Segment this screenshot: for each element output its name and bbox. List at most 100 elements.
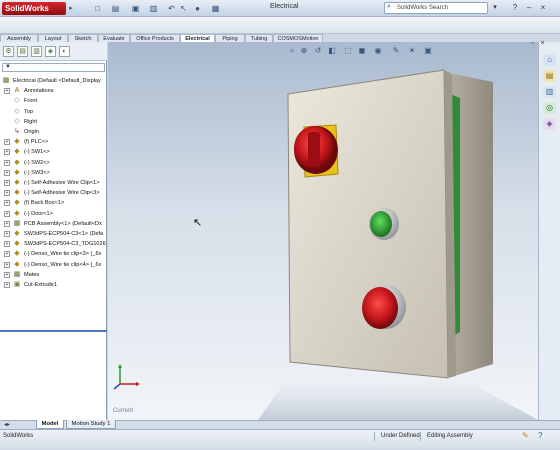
panel-close-icon[interactable]: × (538, 39, 547, 48)
status-app-name: SolidWorks (3, 433, 34, 439)
expand-icon[interactable]: + (4, 88, 10, 95)
expand-icon[interactable]: + (4, 159, 10, 166)
options-icon[interactable]: ▦ (210, 3, 221, 14)
tab-cosmosmotion[interactable]: COSMOSMotion (273, 34, 323, 42)
tab-motion-study[interactable]: Motion Study 1 (66, 420, 116, 429)
restore-icon[interactable]: ▫ (528, 39, 537, 48)
tree-item[interactable]: + ◆ SW3dPS-ECP504-C3_TDG1026 (0, 239, 107, 249)
search-input[interactable]: SolidWorks Search (384, 2, 488, 14)
part-icon: ◆ (14, 260, 20, 268)
rebuild-traffic-light-icon[interactable]: ● (192, 3, 203, 14)
tree-item[interactable]: + ◆ (-) SW1<> (0, 147, 107, 157)
expand-icon[interactable]: + (4, 139, 10, 146)
search-results-icon[interactable]: ◎ (543, 102, 556, 114)
save-icon[interactable]: ▣ (130, 3, 141, 14)
tab-piping[interactable]: Piping (215, 34, 245, 42)
undo-icon[interactable]: ↶ (166, 3, 177, 14)
new-document-icon[interactable]: □ (92, 3, 103, 14)
tree-item-label: (f) PLC<> (24, 139, 49, 146)
tree-item[interactable]: ◇ Top (0, 107, 107, 117)
selector-handle (308, 132, 320, 166)
tree-item[interactable]: + ◆ SW3dPS-ECP504-C3<1> (Defa (0, 229, 107, 239)
tree-item[interactable]: + ◆ (f) PLC<> (0, 137, 107, 147)
help-icon[interactable]: ? (508, 2, 522, 14)
tree-item-label: PCB Assembly<1> (Default<Dx (24, 220, 102, 227)
tree-item[interactable]: ↳ Origin (0, 127, 107, 137)
previous-view-icon[interactable]: ↺ (312, 45, 324, 57)
expand-icon[interactable]: + (4, 180, 10, 186)
tab-model[interactable]: Model (36, 420, 64, 429)
design-library-icon[interactable]: ▤ (543, 70, 556, 82)
tree-item-label: Right (24, 118, 38, 125)
hide-show-items-icon[interactable]: ◉ (372, 45, 384, 57)
graphics-area[interactable] (108, 42, 560, 420)
open-folder-icon[interactable]: ▤ (110, 3, 121, 14)
tree-item[interactable]: + ◆ (-) Denso_Wire tie clip<3> (_6x (0, 249, 107, 259)
file-explorer-icon[interactable]: ▥ (543, 86, 556, 98)
tree-item[interactable]: + ▣ Cut-Extrude1 (0, 280, 107, 290)
expand-icon[interactable]: + (4, 282, 10, 288)
solidworks-resources-icon[interactable]: ⌂ (543, 54, 556, 66)
expand-icon[interactable]: + (4, 210, 10, 217)
tree-root-item[interactable]: ▦ Electrical (Default <Default_Display (0, 76, 107, 86)
display-style-icon[interactable]: ◼ (356, 45, 368, 57)
tree-item-label: (-) Self-Adhesive Wire Clip<3> (24, 190, 100, 197)
section-view-icon[interactable]: ◧ (326, 45, 338, 57)
view-palette-icon[interactable]: ◈ (543, 118, 556, 130)
menu-arrow-icon[interactable]: ▸ (66, 2, 76, 15)
tree-item[interactable]: + ◆ (-) Self-Adhesive Wire Clip<3> (0, 188, 107, 198)
tree-item-label: (-) Self-Adhesive Wire Clip<1> (24, 180, 100, 186)
tab-sketch[interactable]: Sketch (68, 34, 98, 42)
tree-item[interactable]: + ◆ (-) Door<1> (0, 209, 107, 219)
tab-tubing[interactable]: Tubing (245, 34, 273, 42)
view-orientation-icon[interactable]: ⬚ (342, 45, 354, 57)
tab-office-products[interactable]: Office Products (130, 34, 180, 42)
display-manager-tab-icon[interactable]: ◐ (59, 46, 70, 57)
part-icon: ◆ (14, 148, 20, 156)
tree-item[interactable]: + ▦ Mates (0, 270, 107, 280)
expand-icon[interactable]: + (4, 251, 10, 258)
tree-item[interactable]: + ◆ (f) Back Box<1> (0, 198, 107, 208)
tab-electrical[interactable]: Electrical (180, 34, 215, 42)
solidworks-logo[interactable]: SolidWorks (2, 2, 66, 15)
select-icon[interactable]: ↖ (178, 3, 189, 14)
tab-scroll-arrows-icon[interactable]: ◂▸ (4, 421, 10, 428)
tree-filter-input[interactable]: ▼ (2, 63, 105, 72)
tree-item[interactable]: + ◆ (-) Self-Adhesive Wire Clip<1> (0, 178, 107, 188)
zoom-to-fit-icon[interactable]: ⌕ (286, 45, 298, 57)
tree-item[interactable]: + ◆ (-) SW2<> (0, 158, 107, 168)
expand-icon[interactable]: + (4, 169, 10, 176)
rebuild-icon[interactable]: ✎ (522, 431, 529, 440)
close-icon[interactable]: × (536, 2, 550, 14)
view-settings-icon[interactable]: ▣ (422, 45, 434, 57)
tree-item[interactable]: + A Annotations (0, 86, 107, 96)
search-options-icon[interactable]: ▾ (490, 3, 500, 14)
property-manager-tab-icon[interactable]: ▤ (17, 46, 28, 57)
tree-item[interactable]: + ◆ (-) SW3<> (0, 168, 107, 178)
configuration-manager-tab-icon[interactable]: ▥ (31, 46, 42, 57)
dimxpert-tab-icon[interactable]: ◈ (45, 46, 56, 57)
tree-item[interactable]: ◇ Right (0, 117, 107, 127)
expand-icon[interactable]: + (4, 271, 10, 278)
minimize-icon[interactable]: – (522, 2, 536, 14)
tree-item[interactable]: ◇ Front (0, 96, 107, 106)
tree-item[interactable]: + ◆ (-) Denso_Wire tie clip<4> (_6x (0, 260, 107, 270)
tab-assembly[interactable]: Assembly (0, 34, 38, 42)
tree-item[interactable]: + ▦ PCB Assembly<1> (Default<Dx (0, 219, 107, 229)
expand-icon[interactable]: + (4, 200, 10, 207)
zoom-area-icon[interactable]: ⊕ (298, 45, 310, 57)
tab-evaluate[interactable]: Evaluate (98, 34, 130, 42)
edit-appearance-icon[interactable]: ✎ (390, 45, 402, 57)
help-status-icon[interactable]: ? (538, 431, 542, 440)
apply-scene-icon[interactable]: ☀ (406, 45, 418, 57)
expand-icon[interactable]: + (4, 220, 10, 227)
expand-icon[interactable]: + (4, 261, 10, 268)
tab-layout[interactable]: Layout (38, 34, 68, 42)
tree-item-label: (-) Denso_Wire tie clip<3> (_6x (24, 251, 102, 258)
expand-icon[interactable]: + (4, 149, 10, 156)
expand-icon[interactable]: + (4, 241, 10, 248)
expand-icon[interactable]: + (4, 190, 10, 197)
print-icon[interactable]: ▥ (148, 3, 159, 14)
feature-tree-tab-icon[interactable]: ⚙ (3, 46, 14, 57)
expand-icon[interactable]: + (4, 231, 10, 237)
